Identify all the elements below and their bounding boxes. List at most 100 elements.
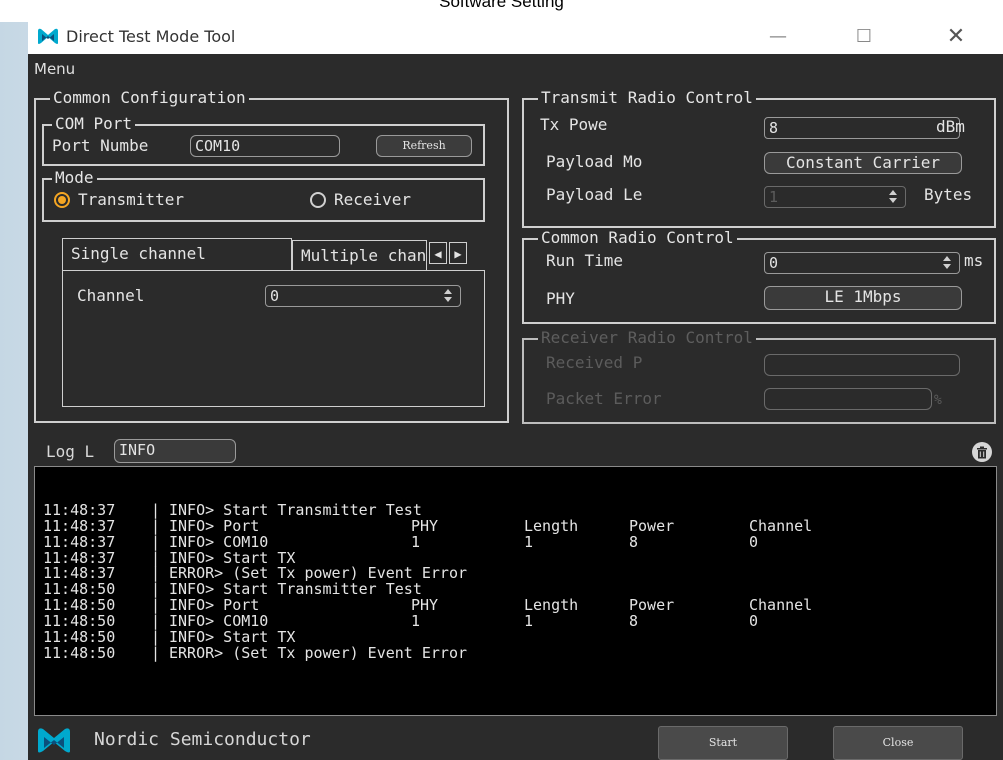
payload-length-label: Payload Le xyxy=(546,185,643,204)
common-radio-control-title: Common Radio Control xyxy=(538,228,737,248)
tab-multiple-channels[interactable]: Multiple channels xyxy=(292,240,427,270)
log-cell-pow xyxy=(629,551,749,567)
app-window: Direct Test Mode Tool — ☐ ✕ Menu Common … xyxy=(28,18,1003,760)
log-cell-ch: Channel xyxy=(749,516,813,535)
minimize-button[interactable]: — xyxy=(755,18,801,54)
packet-error-unit: % xyxy=(934,393,942,408)
start-button[interactable]: Start xyxy=(658,726,788,760)
channel-value: 0 xyxy=(270,287,280,305)
company-name: Nordic Semiconductor xyxy=(94,729,311,750)
port-number-label: Port Numbe xyxy=(52,136,149,155)
log-cell-len xyxy=(524,551,629,567)
receiver-radio[interactable] xyxy=(310,192,326,208)
log-cell-msg: ERROR> (Set Tx power) Event Error xyxy=(169,643,468,662)
log-row: 11:48:50 | ERROR> (Set Tx power) Event Err… xyxy=(43,643,996,662)
tx-power-label: Tx Powe xyxy=(540,115,608,134)
log-cell-phy xyxy=(411,646,524,662)
tab-scroll-right-icon[interactable]: ▶ xyxy=(449,242,467,264)
run-time-label: Run Time xyxy=(546,251,624,270)
log-cell-phy xyxy=(411,566,524,582)
log-cell-len xyxy=(524,566,629,582)
phy-select[interactable]: LE 1Mbps xyxy=(764,286,962,310)
log-cell-len: Length xyxy=(524,516,579,535)
log-cell-len xyxy=(524,646,629,662)
log-cell-pow: Power xyxy=(629,596,675,615)
maximize-button[interactable]: ☐ xyxy=(841,18,887,54)
transmit-radio-control-title: Transmit Radio Control xyxy=(538,88,756,108)
log-cell-ch: Channel xyxy=(749,596,813,615)
log-cell-pow: 8 xyxy=(629,612,639,631)
tab-single-channel[interactable]: Single channel xyxy=(62,238,292,270)
log-cell-ch: 0 xyxy=(749,532,759,551)
mode-title: Mode xyxy=(52,168,97,188)
mode-group: Mode Transmitter Receiver xyxy=(42,168,485,222)
transmitter-label: Transmitter xyxy=(78,190,184,209)
close-button[interactable]: Close xyxy=(833,726,963,760)
tab-multiple-channels-label: Multiple channels xyxy=(301,246,427,265)
log-cell-time: 11:48:50 xyxy=(43,643,116,662)
channel-spinbox[interactable]: 0 xyxy=(265,285,461,307)
transmitter-radio[interactable] xyxy=(54,192,70,208)
packet-error-label: Packet Error xyxy=(546,389,662,408)
com-port-group: COM Port Port Numbe COM10 Refresh xyxy=(42,114,485,166)
log-cell-pow xyxy=(629,646,749,662)
trash-icon[interactable] xyxy=(972,442,992,462)
transmit-radio-control-group: Transmit Radio Control Tx Powe 8 dBm Pay… xyxy=(522,88,996,228)
log-cell-phy: PHY xyxy=(411,516,439,535)
window-title: Direct Test Mode Tool xyxy=(66,26,236,46)
menu-bar: Menu xyxy=(28,54,1003,84)
log-cell-len: 1 xyxy=(524,612,534,631)
log-cell-pow: 8 xyxy=(629,532,639,551)
payload-length-spinbox[interactable]: 1 xyxy=(764,186,906,208)
tx-power-unit: dBm xyxy=(936,117,965,136)
log-cell-pow xyxy=(629,630,749,646)
log-cell-sep: | xyxy=(151,643,161,662)
common-configuration-group: Common Configuration COM Port Port Numbe… xyxy=(34,88,509,423)
tab-single-channel-label: Single channel xyxy=(71,244,206,263)
port-number-field[interactable]: COM10 xyxy=(190,135,340,157)
payload-mode-label: Payload Mo xyxy=(546,152,643,171)
spin-arrows-icon[interactable] xyxy=(442,289,454,303)
payload-mode-select[interactable]: Constant Carrier xyxy=(764,152,962,174)
log-cell-phy: 1 xyxy=(411,612,421,631)
receiver-label: Receiver xyxy=(334,190,412,209)
run-time-unit: ms xyxy=(964,251,984,270)
tab-scroll-left-icon[interactable]: ◀ xyxy=(429,242,447,264)
log-cell-phy: PHY xyxy=(411,596,439,615)
channel-label: Channel xyxy=(77,286,145,305)
close-window-button[interactable]: ✕ xyxy=(933,18,979,54)
received-packets-field xyxy=(764,354,960,376)
packet-error-field xyxy=(764,388,932,410)
spin-arrows-icon[interactable] xyxy=(941,256,953,270)
log-cell-ch: 0 xyxy=(749,612,759,631)
log-rows: 11:48:37 | INFO> Start Transmitter Test 11:… xyxy=(43,502,996,662)
refresh-button[interactable]: Refresh xyxy=(376,135,472,157)
common-configuration-title: Common Configuration xyxy=(50,88,249,108)
nordic-logo-icon xyxy=(34,26,62,46)
nordic-logo-icon xyxy=(36,726,72,756)
receiver-radio-control-group: Receiver Radio Control Received P Packet… xyxy=(522,328,996,424)
log-cell-pow xyxy=(629,566,749,582)
phy-label: PHY xyxy=(546,289,575,308)
spin-arrows-icon[interactable] xyxy=(887,190,899,204)
log-cell-phy: 1 xyxy=(411,532,421,551)
common-radio-control-group: Common Radio Control Run Time 0 ms PHY L… xyxy=(522,228,996,324)
log-cell-pow: Power xyxy=(629,516,675,535)
log-cell-len: Length xyxy=(524,596,579,615)
run-time-value: 0 xyxy=(769,254,779,272)
received-packets-label: Received P xyxy=(546,353,643,372)
log-cell-len: 1 xyxy=(524,532,534,551)
log-cell-len xyxy=(524,630,629,646)
receiver-radio-control-title: Receiver Radio Control xyxy=(538,328,756,348)
log-output[interactable]: 11:48:37 | INFO> Start Transmitter Test 11:… xyxy=(34,466,997,716)
payload-length-unit: Bytes xyxy=(924,185,973,204)
log-level-select[interactable]: INFO xyxy=(114,439,236,463)
com-port-title: COM Port xyxy=(52,114,136,134)
title-bar[interactable]: Direct Test Mode Tool — ☐ ✕ xyxy=(28,18,1003,54)
single-channel-pane: Channel 0 xyxy=(62,270,485,407)
run-time-spinbox[interactable]: 0 xyxy=(764,252,960,274)
payload-length-value: 1 xyxy=(769,188,779,206)
screenshot-caption: Software Setting xyxy=(439,0,564,11)
tx-power-field[interactable]: 8 xyxy=(764,117,960,139)
menu-item[interactable]: Menu xyxy=(34,60,75,78)
